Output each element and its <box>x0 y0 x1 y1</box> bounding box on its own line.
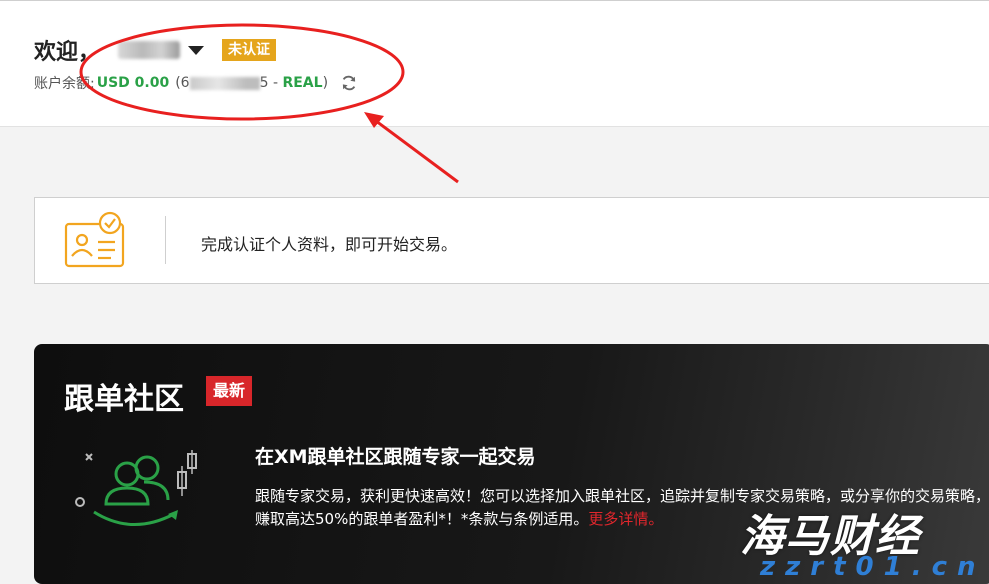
new-badge: 最新 <box>206 376 253 406</box>
watermark-url: zzrt01.cn <box>760 552 986 582</box>
unverified-badge: 未认证 <box>222 39 277 61</box>
username-redacted <box>118 41 181 59</box>
copy-trading-title: 跟单社区 <box>64 382 184 417</box>
notice-text: 完成认证个人资料，即可开始交易。 <box>201 235 458 254</box>
verification-notice[interactable]: 完成认证个人资料，即可开始交易。 <box>34 197 989 284</box>
account-dropdown-caret-icon[interactable] <box>188 45 205 55</box>
annotation-arrow <box>371 116 459 184</box>
account-number: (6 5 - REAL) <box>175 75 329 91</box>
account-type: REAL <box>282 75 323 91</box>
more-details-link[interactable]: 更多详情。 <box>588 510 663 528</box>
account-number-redacted <box>189 76 260 90</box>
copy-trading-subtitle: 在XM跟单社区跟随专家一起交易 <box>255 446 536 468</box>
account-header: 欢迎， 未认证 账户余额: USD 0.00 (6 5 - REAL) <box>0 0 989 127</box>
id-card-check-icon <box>64 211 125 268</box>
balance-label: 账户余额: <box>34 76 95 92</box>
refresh-icon[interactable] <box>340 74 358 92</box>
balance-row: 账户余额: USD 0.00 (6 5 - REAL) <box>34 73 358 93</box>
welcome-text: 欢迎， <box>34 40 101 65</box>
community-traders-icon <box>75 450 197 526</box>
balance-amount: USD 0.00 <box>96 75 170 91</box>
notice-divider <box>165 216 166 264</box>
welcome-row: 欢迎， 未认证 <box>34 35 277 65</box>
